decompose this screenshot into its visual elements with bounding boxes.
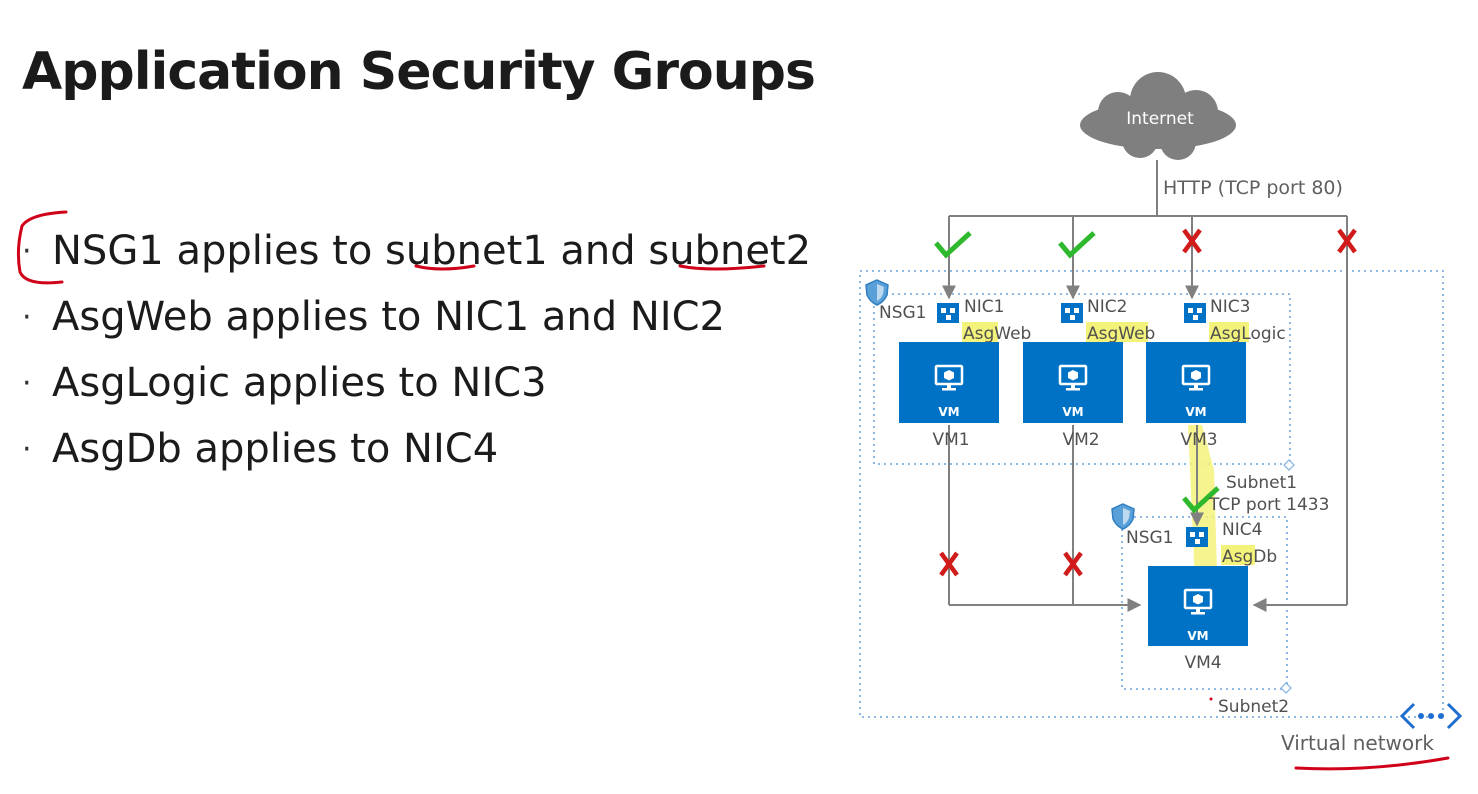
subnet2-icon — [1280, 682, 1292, 694]
nsg1-label: NSG1 — [1126, 528, 1174, 548]
subnet1-icon — [1283, 459, 1295, 471]
vm-name: VM4 — [1184, 653, 1221, 673]
asg-label: AsgDb — [1222, 547, 1277, 567]
vm-badge: VM — [938, 405, 959, 419]
vm-badge: VM — [1062, 405, 1083, 419]
nic-label: NIC1 — [964, 297, 1004, 317]
allow-check-icon — [934, 231, 972, 259]
nic-label: NIC4 — [1222, 520, 1262, 540]
nic-label: NIC2 — [1087, 297, 1127, 317]
vm-name: VM3 — [1180, 430, 1217, 450]
virtual-network-label: Virtual network — [1281, 731, 1434, 755]
nic-icon — [937, 303, 959, 323]
nsg1-label: NSG1 — [879, 303, 927, 323]
asg-label: AsgWeb — [963, 324, 1031, 344]
nic-icon — [1186, 527, 1208, 547]
vm-name: VM2 — [1062, 430, 1099, 450]
http-label: HTTP (TCP port 80) — [1163, 177, 1343, 199]
allow-check-icon — [1058, 231, 1096, 259]
network-diagram: Internet HTTP (TCP port 80) NSG1 NSG1 NI… — [859, 72, 1463, 755]
asg-label: AsgLogic — [1210, 324, 1286, 344]
vm-badge: VM — [1187, 629, 1208, 643]
tcp-1433-label: TCP port 1433 — [1208, 495, 1329, 515]
vm-name: VM1 — [932, 430, 969, 450]
nic-label: NIC3 — [1210, 297, 1250, 317]
internet-label: Internet — [1126, 109, 1194, 129]
asg-label: AsgWeb — [1087, 324, 1155, 344]
vm-badge: VM — [1185, 405, 1206, 419]
nic-icon — [1061, 303, 1083, 323]
virtual-network-dots — [1418, 713, 1444, 719]
nsg-shield-icon — [865, 279, 889, 306]
nsg-shield-icon — [1111, 503, 1135, 530]
nic-icon — [1184, 303, 1206, 323]
subnet2-label: Subnet2 — [1218, 697, 1289, 717]
subnet1-label: Subnet1 — [1226, 473, 1297, 493]
